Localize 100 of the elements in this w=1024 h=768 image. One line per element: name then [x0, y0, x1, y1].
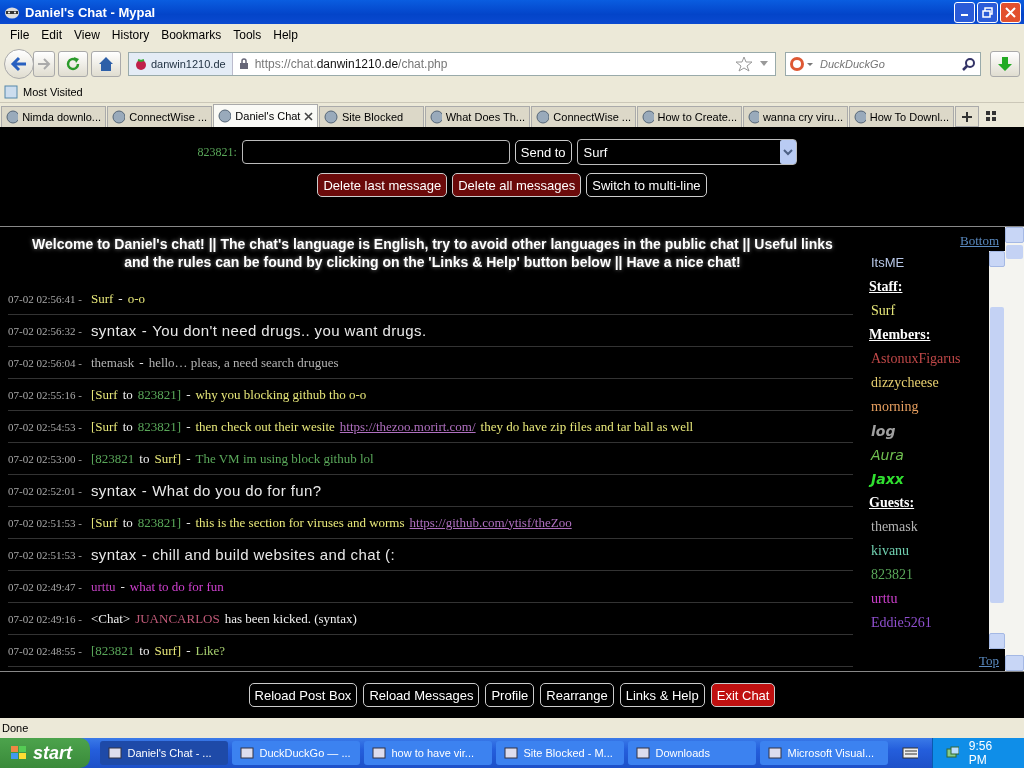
- message-text: What do you do for fun?: [152, 482, 322, 499]
- scrollbar[interactable]: [1005, 227, 1024, 671]
- message-text: [Surf: [90, 386, 118, 403]
- browser-tab[interactable]: wanna cry viru...: [743, 106, 848, 127]
- message-time: 07-02 02:55:16 -: [8, 388, 82, 401]
- message-time: 07-02 02:49:16 -: [8, 612, 82, 625]
- message-text: Surf]: [154, 642, 182, 659]
- form-button[interactable]: Switch to multi-line: [586, 173, 707, 197]
- menu-item[interactable]: History: [105, 28, 156, 42]
- message-time: 07-02 02:52:01 -: [8, 484, 82, 497]
- address-bar[interactable]: danwin1210.de https://chat.danwin1210.de/chat.php: [128, 52, 776, 76]
- chat-button[interactable]: Profile: [485, 683, 535, 707]
- user-group-heading: Staff:: [869, 278, 904, 296]
- user-name[interactable]: Aura: [869, 443, 989, 467]
- home-button[interactable]: [91, 51, 121, 77]
- message-text: this is the section for viruses and worms: [195, 514, 405, 531]
- chat-button[interactable]: Reload Messages: [363, 683, 480, 707]
- reload-button[interactable]: [58, 51, 88, 77]
- close-tab-icon[interactable]: [304, 111, 313, 121]
- minimize-button[interactable]: [954, 1, 975, 23]
- message-text: You don't need drugs.. you want drugs.: [152, 322, 427, 339]
- menu-item[interactable]: Tools: [227, 28, 268, 42]
- message-text: -: [186, 386, 191, 403]
- user-name[interactable]: 823821: [869, 563, 989, 587]
- new-tab-button[interactable]: [955, 106, 979, 127]
- download-arrow-icon: [997, 56, 1013, 72]
- chat-button[interactable]: Links & Help: [619, 683, 705, 707]
- menu-item[interactable]: Bookmarks: [155, 28, 228, 42]
- user-name[interactable]: morning: [869, 395, 989, 419]
- taskbar-button[interactable]: Downloads: [627, 741, 756, 765]
- menu-item[interactable]: Edit: [35, 28, 69, 42]
- scrollbar[interactable]: [989, 251, 1005, 649]
- user-name[interactable]: log: [869, 419, 989, 443]
- taskbar-button[interactable]: Daniel's Chat - ...: [99, 741, 228, 765]
- message-link[interactable]: https://thezoo.morirt.com/: [339, 418, 476, 435]
- message-text: [Surf: [90, 514, 118, 531]
- message-text: Like?: [195, 642, 226, 659]
- chat-button[interactable]: Rearrange: [540, 683, 614, 707]
- search-field[interactable]: DuckDuckGo: [785, 52, 981, 76]
- bookmark-folder[interactable]: Most Visited: [4, 85, 83, 99]
- status-text: Done: [1, 721, 30, 736]
- user-name[interactable]: themask: [869, 515, 989, 539]
- start-button[interactable]: start: [0, 738, 90, 768]
- window-icon: [239, 746, 254, 760]
- message-text: The VM im using block github lol: [195, 450, 374, 467]
- keyboard-icon[interactable]: [901, 746, 918, 760]
- form-button[interactable]: Delete all messages: [452, 173, 582, 197]
- menu-item[interactable]: File: [4, 28, 36, 42]
- star-icon[interactable]: [735, 56, 753, 72]
- close-button[interactable]: [1000, 1, 1021, 23]
- browser-tab[interactable]: How to Create...: [637, 106, 742, 127]
- user-name[interactable]: kivanu: [869, 539, 989, 563]
- browser-tab[interactable]: Nimda downlo...: [1, 106, 106, 127]
- send-button[interactable]: Send to: [514, 140, 572, 164]
- user-name[interactable]: Jaxx: [869, 467, 989, 491]
- user-name[interactable]: Eddie5261: [869, 611, 989, 635]
- download-button[interactable]: [990, 51, 1020, 77]
- plus-icon: [961, 110, 973, 123]
- user-name[interactable]: dizzycheese: [869, 371, 989, 395]
- tab-list-icon[interactable]: [986, 111, 996, 121]
- taskbar-button[interactable]: Microsoft Visual...: [759, 741, 888, 765]
- taskbar-button[interactable]: how to have vir...: [363, 741, 492, 765]
- user-name[interactable]: urttu: [869, 587, 989, 611]
- network-icon[interactable]: [944, 745, 959, 761]
- message-text: syntax: [90, 322, 137, 339]
- taskbar-button[interactable]: Site Blocked - M...: [495, 741, 624, 765]
- user-group-heading: Guests:: [869, 494, 916, 512]
- back-button[interactable]: [4, 49, 34, 79]
- bottom-link[interactable]: Bottom: [960, 233, 999, 251]
- search-icon[interactable]: [962, 57, 976, 71]
- message-time: 07-02 02:56:32 -: [8, 324, 82, 337]
- user-name[interactable]: Surf: [869, 299, 989, 323]
- restore-button[interactable]: [977, 1, 998, 23]
- message-text: Surf: [90, 290, 114, 307]
- chat-button[interactable]: Reload Post Box: [248, 683, 358, 707]
- message-text: what to do for fun: [129, 578, 224, 595]
- user-name[interactable]: ItsME: [869, 251, 989, 275]
- clock: 9:56 PM: [968, 739, 994, 767]
- message-text: urttu: [90, 578, 116, 595]
- menu-item[interactable]: View: [68, 28, 106, 42]
- form-button[interactable]: Delete last message: [317, 173, 448, 197]
- user-name[interactable]: AstonuxFigarus: [869, 347, 989, 371]
- menu-item[interactable]: Help: [267, 28, 304, 42]
- browser-tab[interactable]: How To Downl...: [849, 106, 954, 127]
- browser-tab[interactable]: ConnectWise ...: [531, 106, 636, 127]
- top-link[interactable]: Top: [978, 653, 999, 671]
- taskbar-button[interactable]: DuckDuckGo — ...: [231, 741, 360, 765]
- browser-tab[interactable]: What Does Th...: [425, 106, 530, 127]
- message-text: 823821]: [137, 386, 182, 403]
- message-text: then check out their wesite: [195, 418, 335, 435]
- message-field[interactable]: [241, 140, 510, 164]
- message-link[interactable]: https://github.com/ytisf/theZoo: [409, 514, 572, 531]
- browser-tab[interactable]: Site Blocked: [319, 106, 424, 127]
- site-identity[interactable]: danwin1210.de: [129, 53, 233, 75]
- chat-button[interactable]: Exit Chat: [710, 683, 776, 707]
- search-engine-icon[interactable]: [789, 56, 815, 72]
- browser-tab[interactable]: ConnectWise ...: [107, 106, 212, 127]
- message-text: -: [141, 546, 148, 563]
- browser-tab[interactable]: Daniel's Chat: [213, 104, 318, 127]
- recipient-select[interactable]: Surf: [576, 139, 797, 165]
